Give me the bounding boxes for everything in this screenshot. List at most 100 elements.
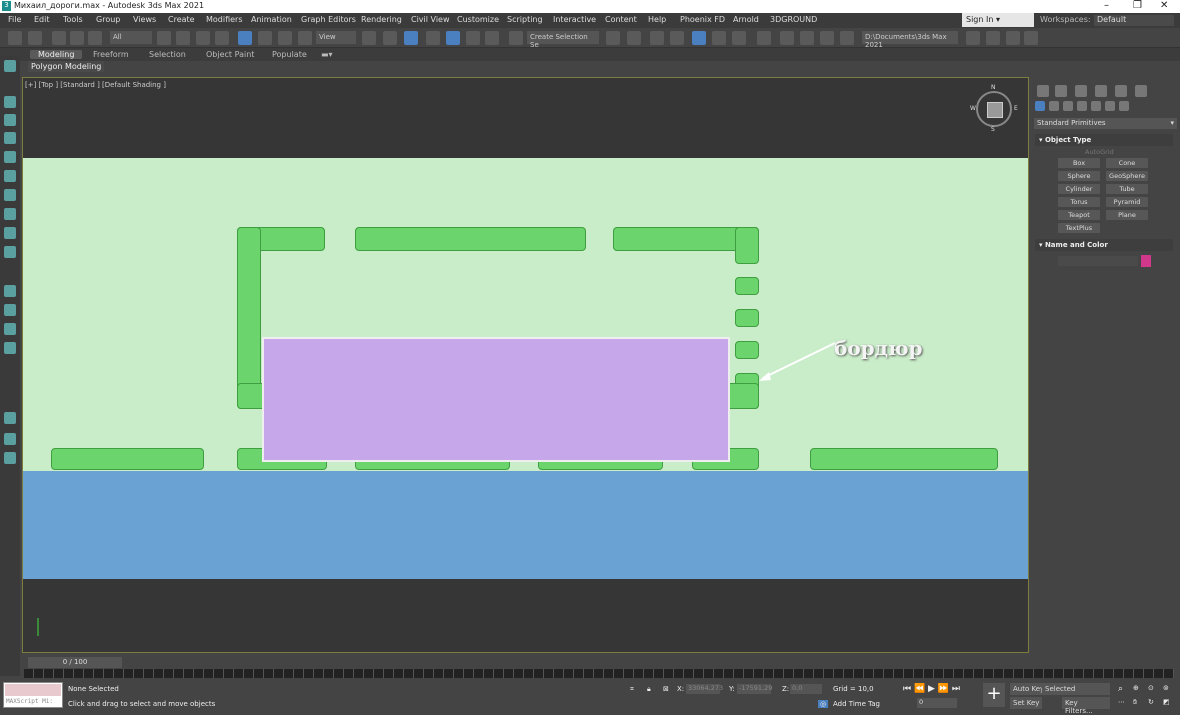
redo-icon[interactable] (28, 31, 42, 45)
menu-rendering[interactable]: Rendering (361, 15, 402, 24)
maxscript-input[interactable]: MAXScript Mi: (6, 698, 53, 705)
set-key-plus-icon[interactable]: + (983, 683, 1005, 707)
primitive-type-dropdown[interactable]: Standard Primitives ▾ (1034, 118, 1177, 129)
teapot-button[interactable]: Teapot (1058, 210, 1100, 220)
viewport-top[interactable]: [+] [Top ] [Standard ] [Default Shading … (22, 77, 1029, 653)
project-icon-2[interactable] (986, 31, 1000, 45)
maxscript-listener[interactable]: MAXScript Mi: (3, 682, 63, 708)
zoom-all-icon[interactable]: ⊕ (1133, 684, 1139, 692)
spinner-snap-icon[interactable] (485, 31, 499, 45)
viewcube-face[interactable] (987, 102, 1003, 118)
space-warps-icon[interactable] (1105, 101, 1115, 111)
menu-create[interactable]: Create (168, 15, 195, 24)
menu-phoenix-fd[interactable]: Phoenix FD (680, 15, 725, 24)
ribbon-options-icon[interactable]: ▬▾ (321, 50, 333, 59)
scale-icon[interactable] (278, 31, 292, 45)
menu-views[interactable]: Views (133, 15, 156, 24)
layer-explorer-icon[interactable] (670, 31, 684, 45)
menu-graph-editors[interactable]: Graph Editors (301, 15, 356, 24)
tab-selection[interactable]: Selection (149, 50, 186, 59)
snaps-toggle-icon[interactable] (426, 31, 440, 45)
x-coordinate[interactable]: 33064,273 (686, 684, 723, 694)
toggle-ribbon-icon[interactable] (692, 31, 706, 45)
object-icon[interactable] (4, 151, 16, 163)
bind-space-warp-icon[interactable] (88, 31, 102, 45)
pivot-icon[interactable] (362, 31, 376, 45)
time-tag-icon[interactable]: ◎ (818, 700, 829, 708)
list-icon[interactable] (4, 433, 16, 445)
selection-region-icon[interactable] (196, 31, 210, 45)
torus-button[interactable]: Torus (1058, 197, 1100, 207)
cylinder-button[interactable]: Cylinder (1058, 184, 1100, 194)
field-of-view-icon[interactable]: ⋯ (1118, 698, 1125, 706)
menu-content[interactable]: Content (605, 15, 637, 24)
absolute-mode-icon[interactable]: ⊠ (663, 685, 669, 693)
display-tab-icon[interactable] (1115, 85, 1127, 97)
key-mode-dropdown[interactable]: Selected (1042, 683, 1110, 695)
menu-arnold[interactable]: Arnold (733, 15, 759, 24)
undo-icon[interactable] (8, 31, 22, 45)
curve-editor-icon[interactable] (712, 31, 726, 45)
plane-button[interactable]: Plane (1106, 210, 1148, 220)
menu-tools[interactable]: Tools (63, 15, 83, 24)
menu-modifiers[interactable]: Modifiers (206, 15, 243, 24)
helpers-icon[interactable] (1091, 101, 1101, 111)
y-coordinate[interactable]: -17591,29 (737, 684, 772, 694)
select-by-name-icon[interactable] (176, 31, 190, 45)
selection-filter-dropdown[interactable]: All (110, 31, 152, 44)
layout-icon[interactable] (4, 304, 16, 316)
create-light-icon[interactable] (4, 96, 16, 108)
create-tab-icon[interactable] (1037, 85, 1049, 97)
key-filters-button[interactable]: Key Filters... (1062, 697, 1110, 715)
menu-customize[interactable]: Customize (457, 15, 499, 24)
dope-sheet-icon[interactable] (732, 31, 746, 45)
help-icon[interactable] (4, 452, 16, 464)
orbit-icon[interactable]: ↻ (1148, 698, 1154, 706)
people-icon[interactable] (4, 412, 16, 424)
time-slider[interactable]: 0 / 100 (28, 657, 122, 668)
menu-3dground[interactable]: 3DGROUND (770, 15, 817, 24)
close-button[interactable]: ✕ (1160, 0, 1168, 11)
unlink-icon[interactable] (70, 31, 84, 45)
isolate-icon[interactable] (4, 208, 16, 220)
utilities-tab-icon[interactable] (1135, 85, 1147, 97)
menu-help[interactable]: Help (648, 15, 666, 24)
pan-icon[interactable]: ✋︎ (1133, 698, 1137, 707)
render-frame-icon[interactable] (840, 31, 854, 45)
sphere-button[interactable]: Sphere (1058, 171, 1100, 181)
cone-icon[interactable] (4, 132, 16, 144)
menu-edit[interactable]: Edit (34, 15, 50, 24)
rotate-icon[interactable] (258, 31, 272, 45)
maximize-viewport-icon[interactable]: ◩ (1163, 698, 1170, 706)
box-button[interactable]: Box (1058, 158, 1100, 168)
zoom-icon[interactable]: ⌕ (1118, 684, 1123, 694)
angle-snap-icon[interactable] (446, 31, 460, 45)
lights-icon[interactable] (1063, 101, 1073, 111)
move-icon[interactable] (238, 31, 252, 45)
teapot-icon[interactable] (4, 189, 16, 201)
manipulate-icon[interactable] (383, 31, 397, 45)
object-type-rollout[interactable]: ▾ Object Type (1035, 134, 1173, 146)
object-color-swatch[interactable] (1141, 255, 1151, 267)
menu-group[interactable]: Group (96, 15, 120, 24)
tab-populate[interactable]: Populate (272, 50, 307, 59)
render-icon[interactable] (820, 31, 834, 45)
tab-object-paint[interactable]: Object Paint (206, 50, 254, 59)
select-object-icon[interactable] (157, 31, 171, 45)
pyramid-button[interactable]: Pyramid (1106, 197, 1148, 207)
motion-tab-icon[interactable] (1095, 85, 1107, 97)
minimize-button[interactable]: – (1104, 0, 1109, 11)
eye-icon[interactable] (4, 342, 16, 354)
tab-freeform[interactable]: Freeform (93, 50, 129, 59)
hierarchy-tab-icon[interactable] (1075, 85, 1087, 97)
menu-scripting[interactable]: Scripting (507, 15, 543, 24)
workspace-dropdown[interactable]: Default (1094, 15, 1174, 26)
sun-icon[interactable] (4, 114, 16, 126)
viewport-label[interactable]: [+] [Top ] [Standard ] [Default Shading … (25, 81, 166, 89)
reference-coordinate-dropdown[interactable]: View (316, 31, 356, 44)
viewcube[interactable]: N W E S (970, 84, 1018, 133)
restore-button[interactable]: ❐ (1133, 0, 1142, 11)
maxscript-output[interactable] (5, 684, 61, 696)
zoom-extents-icon[interactable]: ⊙ (1148, 684, 1154, 692)
cone-button[interactable]: Cone (1106, 158, 1148, 168)
